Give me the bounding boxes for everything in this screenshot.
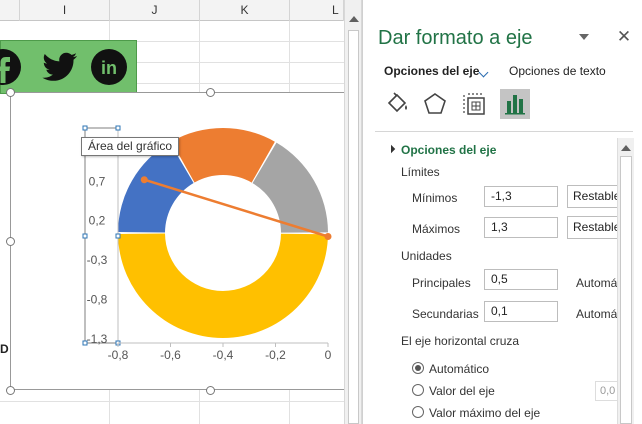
scroll-up-arrow-icon[interactable] <box>349 16 359 22</box>
doughnut-slice-3[interactable] <box>118 233 328 339</box>
x-tick-label: -0,2 <box>265 348 286 362</box>
fill-line-icon[interactable] <box>383 89 413 119</box>
scatter-point[interactable] <box>140 176 148 184</box>
y-tick-label: -0,3 <box>87 253 108 267</box>
y-tick-label: 0,7 <box>89 174 106 188</box>
minor-units-input[interactable]: 0,1 <box>484 301 558 322</box>
minimum-label: Mínimos <box>412 191 458 205</box>
doughnut-series[interactable] <box>118 128 328 339</box>
worksheet[interactable]: I J K L in 1,20,70,2-0,3-0,8-1,3 -0,8-0,… <box>0 0 344 424</box>
axis-selection-handle[interactable] <box>82 340 88 346</box>
radio-axis-value[interactable] <box>412 384 424 396</box>
x-axis[interactable]: -0,8 -0,6 -0,4 -0,2 0 <box>108 342 332 362</box>
chart-tooltip: Área del gráfico <box>81 137 180 156</box>
units-label: Unidades <box>401 249 452 263</box>
tab-axis-options[interactable]: Opciones del eje <box>384 64 479 78</box>
tab-text-options[interactable]: Opciones de texto <box>509 64 606 78</box>
pane-vertical-scrollbar[interactable] <box>617 138 634 424</box>
pane-divider <box>375 131 633 132</box>
scatter-point[interactable] <box>324 233 332 240</box>
pane-options-dropdown-icon[interactable] <box>579 34 589 40</box>
section-axis-options[interactable]: Opciones del eje <box>401 143 496 157</box>
collapse-triangle-icon[interactable] <box>386 144 396 154</box>
axis-options-icon[interactable] <box>500 89 530 119</box>
size-properties-icon[interactable] <box>460 89 490 119</box>
y-tick-label: 0,2 <box>89 214 106 228</box>
radio-automatic-label[interactable]: Automático <box>429 362 489 376</box>
y-tick-label: -0,8 <box>87 293 108 307</box>
y-tick-label: -1,3 <box>87 332 108 346</box>
axis-selection-handle[interactable] <box>82 233 88 239</box>
close-icon[interactable]: ✕ <box>616 27 632 47</box>
limits-label: Límites <box>401 165 440 179</box>
maximum-input[interactable]: 1,3 <box>484 217 558 238</box>
cell-fragment: D <box>0 342 9 356</box>
scroll-thumb[interactable] <box>348 30 359 424</box>
axis-selection-handle[interactable] <box>115 233 121 239</box>
major-units-label: Principales <box>412 276 471 290</box>
minor-units-label: Secundarias <box>412 307 479 321</box>
chevron-down-icon[interactable] <box>478 67 489 78</box>
y-axis[interactable]: 1,20,70,2-0,3-0,8-1,3 <box>82 125 121 346</box>
axis-selection-handle[interactable] <box>115 125 121 131</box>
format-axis-pane: Dar formato a eje ✕ Opciones del eje Opc… <box>362 0 642 424</box>
x-tick-label: -0,4 <box>213 348 234 362</box>
radio-axis-value-label[interactable]: Valor del eje <box>429 384 495 398</box>
y-axis-selection-box[interactable] <box>84 127 119 344</box>
horizontal-axis-crosses-label: El eje horizontal cruza <box>401 334 520 348</box>
radio-automatic[interactable] <box>412 362 424 374</box>
major-units-input[interactable]: 0,5 <box>484 269 558 290</box>
radio-max-axis-value[interactable] <box>412 406 424 418</box>
x-tick-label: 0 <box>325 348 332 362</box>
pane-title: Dar formato a eje <box>378 27 533 49</box>
axis-selection-handle[interactable] <box>82 125 88 131</box>
pane-scroll-thumb[interactable] <box>620 156 632 424</box>
x-tick-label: -0,8 <box>108 348 129 362</box>
minimum-input[interactable]: -1,3 <box>484 186 558 207</box>
sheet-vertical-scrollbar[interactable] <box>344 0 362 424</box>
axis-value-input[interactable]: 0,0 <box>595 381 619 401</box>
chart-plot[interactable]: 1,20,70,2-0,3-0,8-1,3 -0,8-0,6-0,4-0,20 <box>0 0 344 424</box>
minor-auto-label[interactable]: Automático <box>576 307 618 321</box>
radio-max-axis-value-label[interactable]: Valor máximo del eje <box>429 406 540 420</box>
major-auto-label[interactable]: Automático <box>576 276 618 290</box>
scroll-up-arrow-icon[interactable] <box>621 145 631 151</box>
effects-icon[interactable] <box>420 89 450 119</box>
x-tick-label: -0,6 <box>160 348 181 362</box>
maximum-label: Máximos <box>412 222 461 236</box>
